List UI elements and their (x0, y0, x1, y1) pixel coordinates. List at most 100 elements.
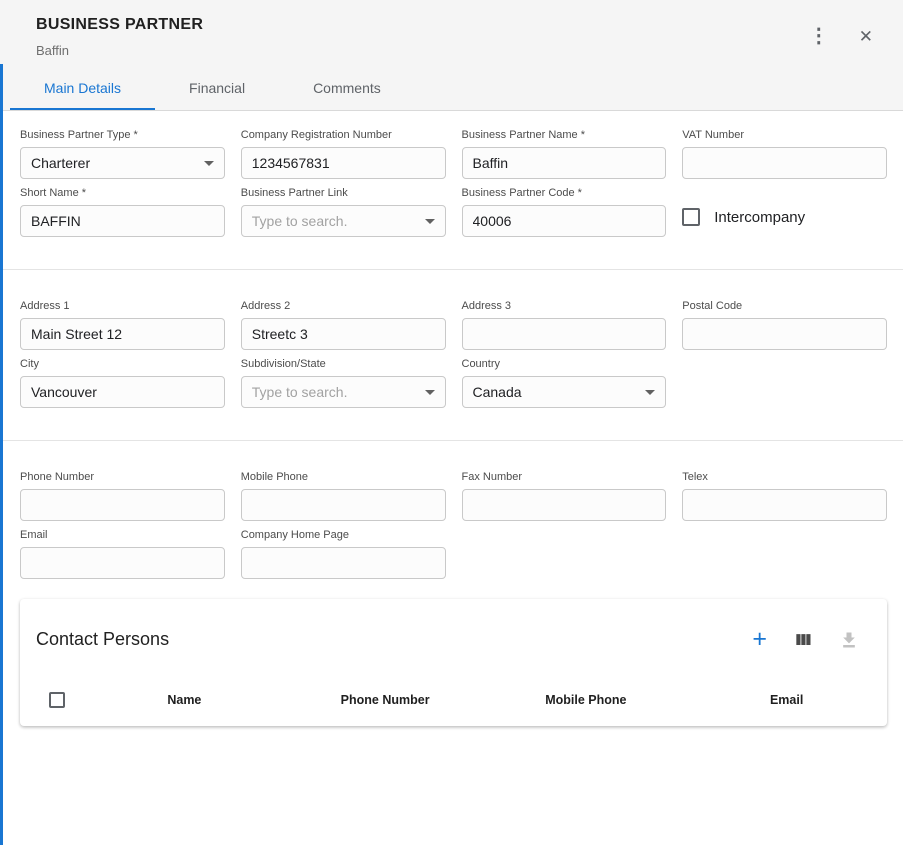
main-details-form: Business Partner Type * Company Registra… (0, 111, 903, 726)
panel-header: BUSINESS PARTNER Baffin ⋮ ✕ Main Details… (0, 0, 903, 111)
field-subdivision-state: Subdivision/State (241, 358, 446, 408)
business-partner-type-select[interactable] (20, 147, 225, 179)
mobile-phone-input[interactable] (241, 489, 446, 521)
address-1-input[interactable] (20, 318, 225, 350)
tab-financial[interactable]: Financial (155, 66, 279, 110)
field-label: Address 2 (241, 300, 446, 313)
contact-info-section: Phone Number Mobile Phone Fax Number Tel… (20, 471, 887, 579)
field-company-registration-number: Company Registration Number (241, 129, 446, 179)
dropdown-arrow-icon[interactable] (645, 390, 655, 395)
column-header-phone-number: Phone Number (285, 693, 486, 707)
contact-persons-title: Contact Persons (36, 629, 169, 650)
left-accent-bar (0, 64, 3, 845)
field-telex: Telex (682, 471, 887, 521)
field-label: Company Registration Number (241, 129, 446, 142)
country-input[interactable] (462, 376, 667, 408)
field-label: Business Partner Type * (20, 129, 225, 142)
business-partner-code-input[interactable] (462, 205, 667, 237)
subdivision-state-input[interactable] (241, 376, 446, 408)
field-mobile-phone: Mobile Phone (241, 471, 446, 521)
dropdown-arrow-icon[interactable] (425, 390, 435, 395)
contact-persons-actions: + (748, 623, 863, 656)
company-registration-number-input[interactable] (241, 147, 446, 179)
page-subtitle: Baffin (36, 43, 203, 58)
field-postal-code: Postal Code (682, 300, 887, 350)
field-business-partner-type: Business Partner Type * (20, 129, 225, 179)
field-label: City (20, 358, 225, 371)
field-address-3: Address 3 (462, 300, 667, 350)
column-header-name: Name (84, 693, 285, 707)
business-partner-link-input[interactable] (241, 205, 446, 237)
section-divider (0, 269, 903, 270)
field-label: Email (20, 529, 225, 542)
contact-table-header: Name Phone Number Mobile Phone Email (20, 674, 887, 726)
dropdown-arrow-icon[interactable] (204, 161, 214, 166)
city-input[interactable] (20, 376, 225, 408)
field-label: Subdivision/State (241, 358, 446, 371)
contact-persons-header: Contact Persons + (20, 599, 887, 674)
field-city: City (20, 358, 225, 408)
select-all-cell (20, 692, 84, 708)
email-input[interactable] (20, 547, 225, 579)
field-label: Address 3 (462, 300, 667, 313)
empty-cell (682, 529, 887, 579)
intercompany-checkbox[interactable] (682, 208, 700, 226)
business-partner-link-select[interactable] (241, 205, 446, 237)
fax-number-input[interactable] (462, 489, 667, 521)
telex-input[interactable] (682, 489, 887, 521)
add-contact-icon[interactable]: + (748, 623, 771, 656)
empty-cell (462, 529, 667, 579)
field-country: Country (462, 358, 667, 408)
dropdown-arrow-icon[interactable] (425, 219, 435, 224)
country-select[interactable] (462, 376, 667, 408)
postal-code-input[interactable] (682, 318, 887, 350)
field-label: Fax Number (462, 471, 667, 484)
field-label: Business Partner Link (241, 187, 446, 200)
column-header-email: Email (686, 693, 887, 707)
contact-persons-card: Contact Persons + Name Phone Number (20, 599, 887, 726)
section-divider (0, 440, 903, 441)
close-icon[interactable]: ✕ (855, 24, 877, 49)
page-title: BUSINESS PARTNER (36, 16, 203, 34)
short-name-input[interactable] (20, 205, 225, 237)
address-3-input[interactable] (462, 318, 667, 350)
download-icon[interactable] (835, 626, 863, 654)
field-company-home-page: Company Home Page (241, 529, 446, 579)
phone-number-input[interactable] (20, 489, 225, 521)
field-short-name: Short Name * (20, 187, 225, 237)
vat-number-input[interactable] (682, 147, 887, 179)
address-2-input[interactable] (241, 318, 446, 350)
field-label: Short Name * (20, 187, 225, 200)
field-label: Business Partner Name * (462, 129, 667, 142)
subdivision-state-select[interactable] (241, 376, 446, 408)
view-columns-icon[interactable] (789, 626, 817, 654)
field-business-partner-name: Business Partner Name * (462, 129, 667, 179)
business-partner-type-input[interactable] (20, 147, 225, 179)
identity-section: Business Partner Type * Company Registra… (20, 129, 887, 237)
field-label: Postal Code (682, 300, 887, 313)
field-fax-number: Fax Number (462, 471, 667, 521)
field-vat-number: VAT Number (682, 129, 887, 179)
field-label: VAT Number (682, 129, 887, 142)
empty-cell (682, 358, 887, 408)
field-intercompany: Intercompany (682, 187, 887, 237)
tab-comments[interactable]: Comments (279, 66, 415, 110)
field-business-partner-link: Business Partner Link (241, 187, 446, 237)
field-label: Address 1 (20, 300, 225, 313)
field-business-partner-code: Business Partner Code * (462, 187, 667, 237)
tab-bar: Main Details Financial Comments (0, 66, 903, 110)
tab-main-details[interactable]: Main Details (10, 66, 155, 110)
select-all-checkbox[interactable] (49, 692, 65, 708)
company-home-page-input[interactable] (241, 547, 446, 579)
field-label: Phone Number (20, 471, 225, 484)
header-actions: ⋮ ✕ (805, 16, 877, 50)
column-header-mobile-phone: Mobile Phone (486, 693, 687, 707)
field-label: Telex (682, 471, 887, 484)
more-options-icon[interactable]: ⋮ (805, 22, 833, 50)
field-phone-number: Phone Number (20, 471, 225, 521)
address-section: Address 1 Address 2 Address 3 Postal Cod… (20, 300, 887, 408)
business-partner-name-input[interactable] (462, 147, 667, 179)
business-partner-panel: BUSINESS PARTNER Baffin ⋮ ✕ Main Details… (0, 0, 903, 845)
field-address-1: Address 1 (20, 300, 225, 350)
field-label: Company Home Page (241, 529, 446, 542)
